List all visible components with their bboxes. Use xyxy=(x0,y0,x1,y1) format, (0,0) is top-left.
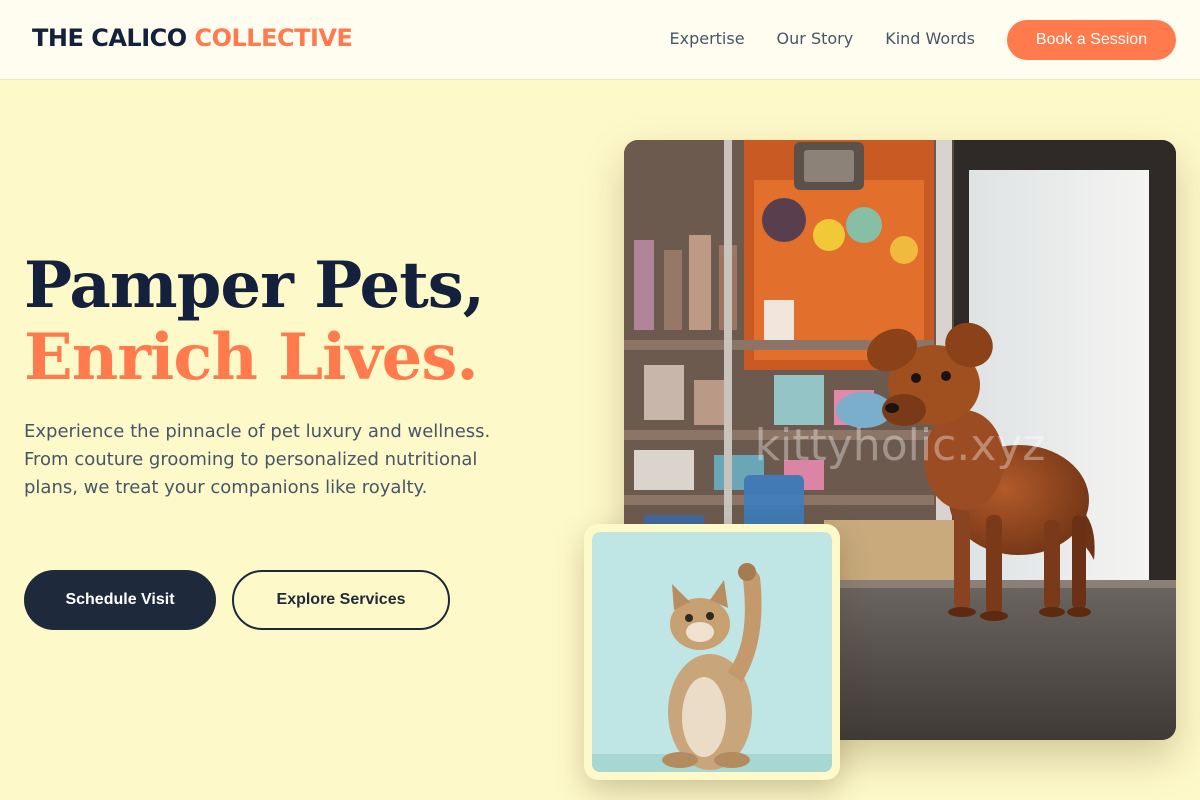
kitten-photo xyxy=(592,532,832,772)
nav-link-kind-words[interactable]: Kind Words xyxy=(885,29,975,48)
explore-services-button[interactable]: Explore Services xyxy=(232,570,450,630)
brand-name-primary: THE CALICO xyxy=(32,24,187,52)
headline-line-1: Pamper Pets, xyxy=(24,248,485,323)
brand-logo[interactable]: THE CALICO COLLECTIVE xyxy=(32,24,353,52)
nav-link-our-story[interactable]: Our Story xyxy=(777,29,854,48)
headline-line-2: Enrich Lives. xyxy=(24,320,479,395)
kitten-photo-illustration xyxy=(592,532,832,772)
photo-watermark: kittyholic.xyz xyxy=(755,420,1046,471)
nav-links: Expertise Our Story Kind Words xyxy=(669,29,975,48)
book-session-button[interactable]: Book a Session xyxy=(1007,20,1176,60)
brand-name-accent: COLLECTIVE xyxy=(194,24,353,52)
hero-headline: Pamper Pets, Enrich Lives. xyxy=(24,248,485,395)
top-navigation: THE CALICO COLLECTIVE Expertise Our Stor… xyxy=(0,0,1200,80)
schedule-visit-button[interactable]: Schedule Visit xyxy=(24,570,216,630)
hero-description: Experience the pinnacle of pet luxury an… xyxy=(24,421,491,498)
kitten-photo-frame xyxy=(584,524,840,780)
nav-link-expertise[interactable]: Expertise xyxy=(669,29,744,48)
